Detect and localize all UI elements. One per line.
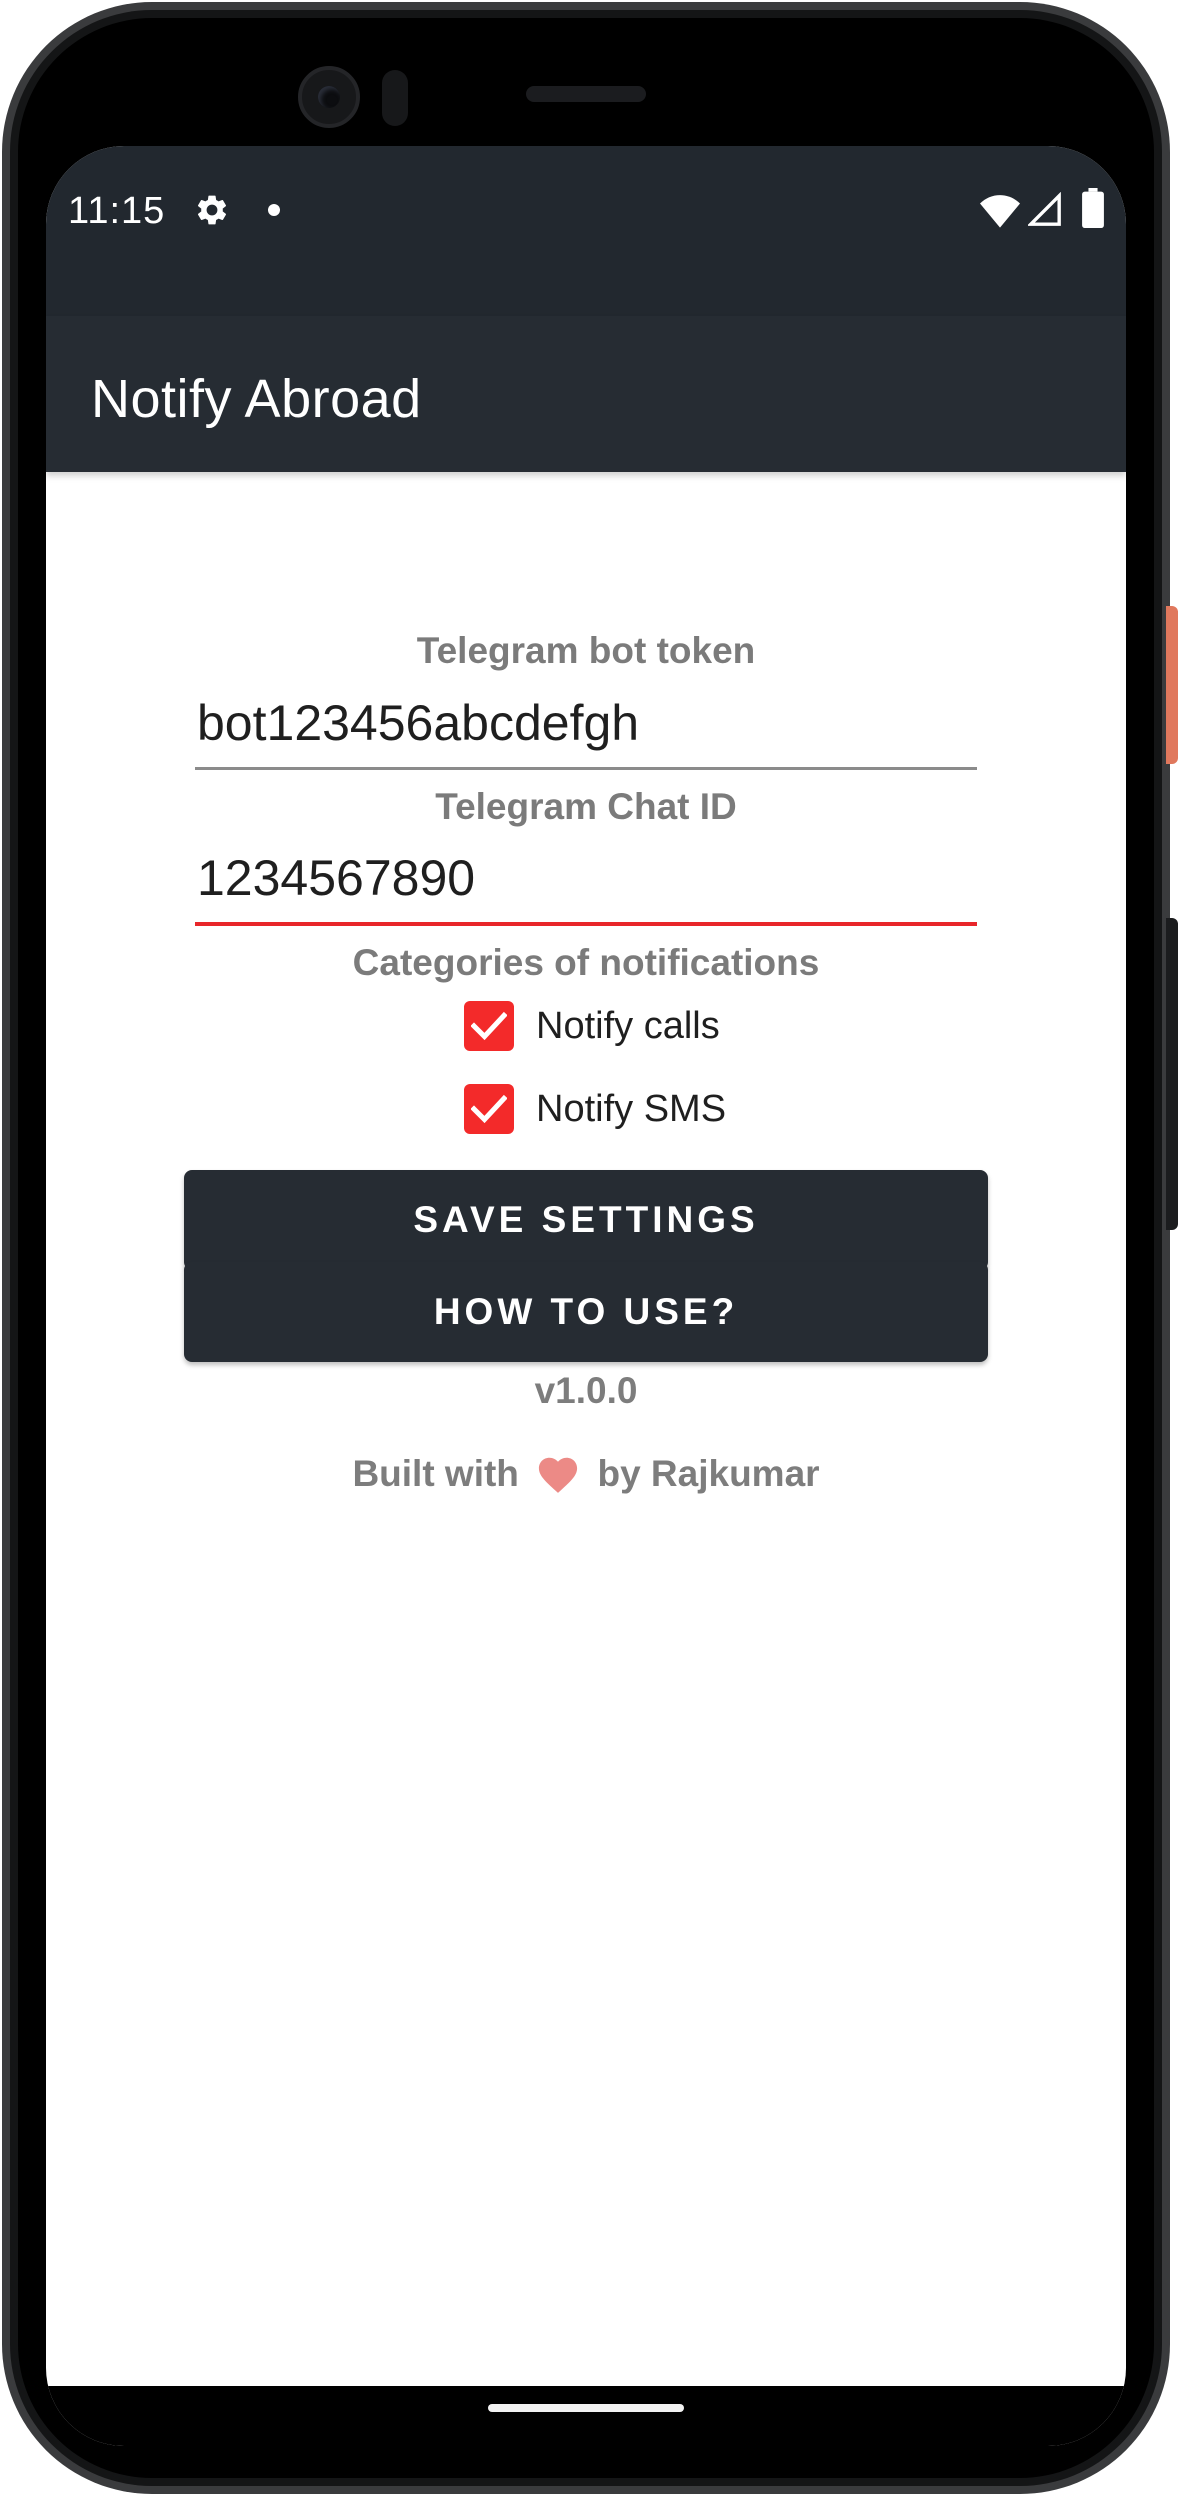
- app-title: Notify Abroad: [91, 369, 422, 429]
- notify-sms-checkbox[interactable]: [464, 1084, 514, 1134]
- phone-device: 11:15 Notify Abroad Telegram bot token b…: [0, 0, 1178, 2498]
- checkmark-icon: [471, 1011, 507, 1041]
- earpiece-speaker: [526, 86, 646, 102]
- built-with-prefix: Built with: [352, 1453, 519, 1494]
- cell-signal-icon: [1028, 192, 1061, 226]
- volume-button: [1166, 918, 1178, 1230]
- status-bar: 11:15: [46, 146, 1126, 316]
- notification-dot-icon: [268, 204, 280, 216]
- bot-token-label: Telegram bot token: [416, 630, 756, 671]
- app-bar: Notify Abroad: [46, 316, 1126, 472]
- navigation-bar: [46, 2386, 1126, 2446]
- built-with-text: Built with by Rajkumar: [46, 1452, 1126, 1495]
- bot-token-input[interactable]: [195, 688, 977, 770]
- settings-icon: [197, 195, 227, 225]
- wifi-icon: [980, 195, 1020, 228]
- screen: 11:15 Notify Abroad Telegram bot token b…: [46, 146, 1126, 2446]
- heart-icon: [539, 1457, 578, 1493]
- home-indicator[interactable]: [488, 2404, 684, 2412]
- chat-id-input[interactable]: [195, 844, 977, 926]
- checkmark-icon: [471, 1094, 507, 1124]
- notify-sms-label: Notify SMS: [536, 1087, 727, 1130]
- version-text: v1.0.0: [534, 1370, 638, 1411]
- status-time: 11:15: [68, 190, 166, 232]
- settings-form: Telegram bot token Telegram Chat ID Cate…: [46, 472, 1126, 2446]
- built-with-suffix: by Rajkumar: [597, 1453, 820, 1494]
- notify-calls-label: Notify calls: [536, 1004, 720, 1047]
- save-settings-button[interactable]: SAVE SETTINGS: [184, 1170, 988, 1270]
- front-camera: [298, 66, 360, 128]
- power-button: [1166, 606, 1178, 764]
- notify-calls-checkbox[interactable]: [464, 1001, 514, 1051]
- categories-label: Categories of notifications: [352, 942, 820, 983]
- battery-icon: [1082, 188, 1104, 228]
- notify-sms-checkbox-row[interactable]: Notify SMS: [464, 1081, 726, 1137]
- chat-id-label: Telegram Chat ID: [435, 786, 737, 827]
- proximity-sensor: [382, 70, 408, 126]
- notify-calls-checkbox-row[interactable]: Notify calls: [464, 998, 720, 1054]
- how-to-use-button[interactable]: HOW TO USE?: [184, 1262, 988, 1362]
